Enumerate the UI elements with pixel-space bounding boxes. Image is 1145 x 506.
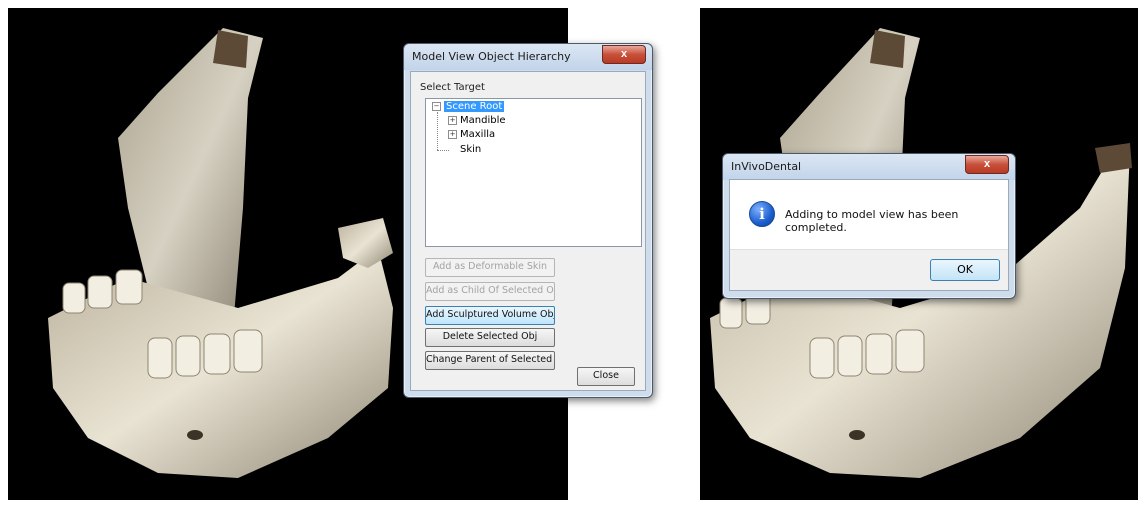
tree-label-scene-root: Scene Root <box>444 101 505 112</box>
tree-item-maxilla[interactable]: + Maxilla <box>448 128 495 141</box>
delete-selected-button[interactable]: Delete Selected Obj <box>425 328 555 347</box>
add-deformable-skin-button[interactable]: Add as Deformable Skin <box>425 258 555 277</box>
message-footer: OK <box>730 249 1008 290</box>
expand-icon[interactable]: + <box>448 129 457 139</box>
object-hierarchy-dialog: Model View Object Hierarchy x Select Tar… <box>403 43 653 398</box>
ok-button[interactable]: OK <box>930 259 1000 281</box>
info-icon: i <box>749 201 775 227</box>
collapse-icon[interactable]: − <box>432 101 441 111</box>
tree-item-mandible[interactable]: + Mandible <box>448 114 506 127</box>
tree-label-mandible: Mandible <box>460 115 506 126</box>
message-text: Adding to model view has been completed. <box>785 208 959 234</box>
object-tree[interactable]: − Scene Root + Mandible + Maxilla Skin <box>425 98 642 247</box>
change-parent-button[interactable]: Change Parent of Selected Obj <box>425 351 555 370</box>
expand-icon[interactable]: + <box>448 115 457 125</box>
close-icon[interactable]: x <box>602 45 646 64</box>
close-button[interactable]: Close <box>577 367 635 386</box>
message-title: InVivoDental <box>731 160 802 173</box>
add-sculptured-volume-button[interactable]: Add Sculptured Volume Object <box>425 306 555 325</box>
tree-label-maxilla: Maxilla <box>460 129 496 140</box>
message-titlebar[interactable]: InVivoDental x <box>723 154 1015 180</box>
tree-item-scene-root[interactable]: − Scene Root <box>432 100 505 113</box>
close-icon[interactable]: x <box>965 155 1009 174</box>
dialog-title: Model View Object Hierarchy <box>412 50 571 63</box>
dialog-titlebar[interactable]: Model View Object Hierarchy x <box>404 44 652 70</box>
message-body: i Adding to model view has been complete… <box>729 179 1009 291</box>
select-target-label: Select Target <box>420 82 485 93</box>
message-box: InVivoDental x i Adding to model view ha… <box>722 153 1016 299</box>
tree-item-skin[interactable]: Skin <box>460 143 481 156</box>
tree-label-skin: Skin <box>460 144 482 155</box>
dialog-body: Select Target − Scene Root + Mandible + Max… <box>410 71 646 391</box>
add-child-button[interactable]: Add as Child Of Selected Obj <box>425 282 555 301</box>
